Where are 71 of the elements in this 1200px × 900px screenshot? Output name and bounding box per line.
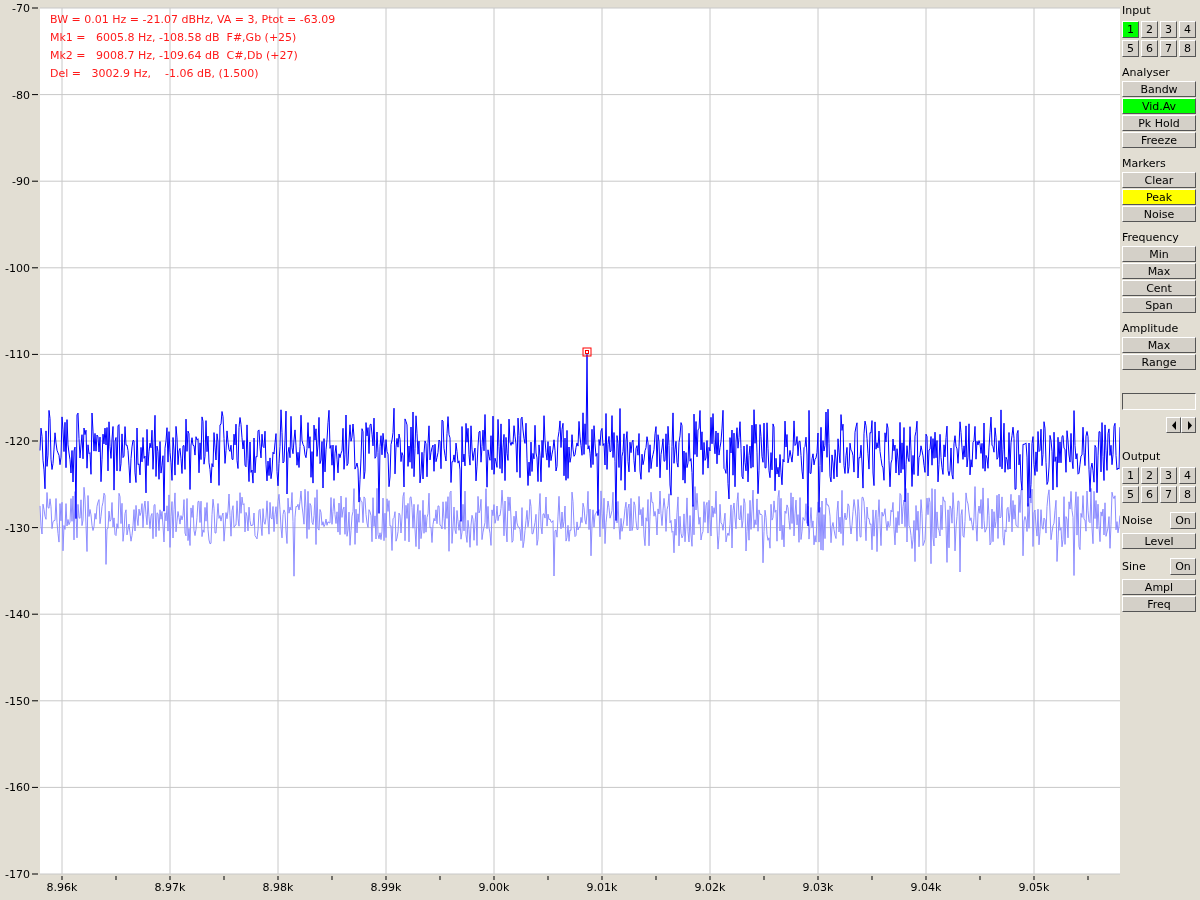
panel-button[interactable]: 2 [1141, 467, 1158, 484]
y-axis-label: -130 [5, 521, 30, 535]
panel-button[interactable]: 8 [1179, 40, 1196, 57]
panel-button[interactable]: 6 [1141, 40, 1158, 57]
panel-button[interactable]: Range [1122, 354, 1196, 370]
y-axis-label: -90 [12, 175, 30, 189]
x-axis-label: 8.96k [46, 881, 78, 894]
panel-button[interactable]: Peak [1122, 189, 1196, 205]
y-axis-label: -120 [5, 435, 30, 448]
y-axis-label: -70 [12, 2, 30, 15]
readout-line: Mk2 = 9008.7 Hz, -109.64 dB C#,Db (+27) [50, 49, 298, 62]
panel-button[interactable]: Noise [1122, 206, 1196, 222]
panel-button[interactable]: 5 [1122, 486, 1139, 503]
panel-button[interactable]: 3 [1160, 467, 1177, 484]
y-axis-label: -80 [12, 88, 30, 102]
panel-button[interactable]: Max [1122, 263, 1196, 279]
section-title: Noise [1122, 513, 1153, 528]
x-axis-label: 9.03k [802, 881, 834, 894]
readout-line: Del = 3002.9 Hz, -1.06 dB, (1.500) [50, 67, 259, 80]
panel-button[interactable]: Freq [1122, 596, 1196, 612]
section-title: Analyser [1122, 66, 1171, 80]
x-axis-label: 8.99k [370, 881, 402, 894]
left-arrow-button[interactable] [1166, 417, 1181, 433]
y-axis-label: -150 [5, 694, 30, 708]
readout-line: BW = 0.01 Hz = -21.07 dBHz, VA = 3, Ptot = -63.09 [50, 13, 336, 26]
x-axis-label: 9.04k [910, 881, 942, 894]
panel-button[interactable]: Clear [1122, 172, 1196, 188]
panel-button[interactable]: Max [1122, 337, 1196, 353]
panel-button[interactable]: 1 [1122, 21, 1139, 38]
panel-button[interactable]: Vid.Av [1122, 98, 1196, 114]
y-axis-label: -160 [5, 781, 30, 795]
y-axis-label: -170 [5, 868, 30, 881]
panel-button[interactable]: Level [1122, 533, 1196, 549]
y-axis-label: -100 [5, 261, 30, 275]
section-title: Frequency [1122, 231, 1180, 245]
panel-button[interactable]: 4 [1179, 467, 1196, 484]
y-axis-label: -140 [5, 608, 30, 622]
input-field[interactable] [1122, 393, 1196, 410]
panel-button[interactable]: 3 [1160, 21, 1177, 38]
panel-button[interactable]: Bandw [1122, 81, 1196, 97]
section-title: Output [1122, 450, 1162, 464]
panel-button[interactable]: Min [1122, 246, 1196, 262]
toggle-button[interactable]: On [1170, 558, 1196, 575]
toggle-button[interactable]: On [1170, 512, 1196, 529]
panel-button[interactable]: 5 [1122, 40, 1139, 57]
readout-line: Mk1 = 6005.8 Hz, -108.58 dB F#,Gb (+25) [50, 31, 297, 44]
section-title: Amplitude [1122, 322, 1180, 336]
x-axis-label: 8.98k [262, 881, 294, 894]
x-axis-label: 9.02k [694, 881, 726, 894]
panel-button[interactable]: Ampl [1122, 579, 1196, 595]
section-title: Input [1122, 4, 1152, 18]
x-axis-label: 9.00k [478, 881, 510, 894]
panel-button[interactable]: 7 [1160, 486, 1177, 503]
panel-button[interactable]: 6 [1141, 486, 1158, 503]
section-title: Markers [1122, 157, 1167, 171]
x-axis-label: 9.05k [1018, 881, 1050, 894]
panel-button[interactable]: Cent [1122, 280, 1196, 296]
panel-button[interactable]: 7 [1160, 40, 1177, 57]
panel-button[interactable]: 2 [1141, 21, 1158, 38]
panel-button[interactable]: Freeze [1122, 132, 1196, 148]
marker-icon [582, 347, 592, 357]
panel-button[interactable]: 8 [1179, 486, 1196, 503]
x-axis-label: 8.97k [154, 881, 186, 894]
right-arrow-button[interactable] [1181, 417, 1196, 433]
panel-button[interactable]: Span [1122, 297, 1196, 313]
panel-button[interactable]: 4 [1179, 21, 1196, 38]
y-axis-label: -110 [5, 348, 30, 362]
x-axis-label: 9.01k [586, 881, 618, 894]
panel-button[interactable]: Pk Hold [1122, 115, 1196, 131]
panel-button[interactable]: 1 [1122, 467, 1139, 484]
section-title: Sine [1122, 559, 1146, 574]
